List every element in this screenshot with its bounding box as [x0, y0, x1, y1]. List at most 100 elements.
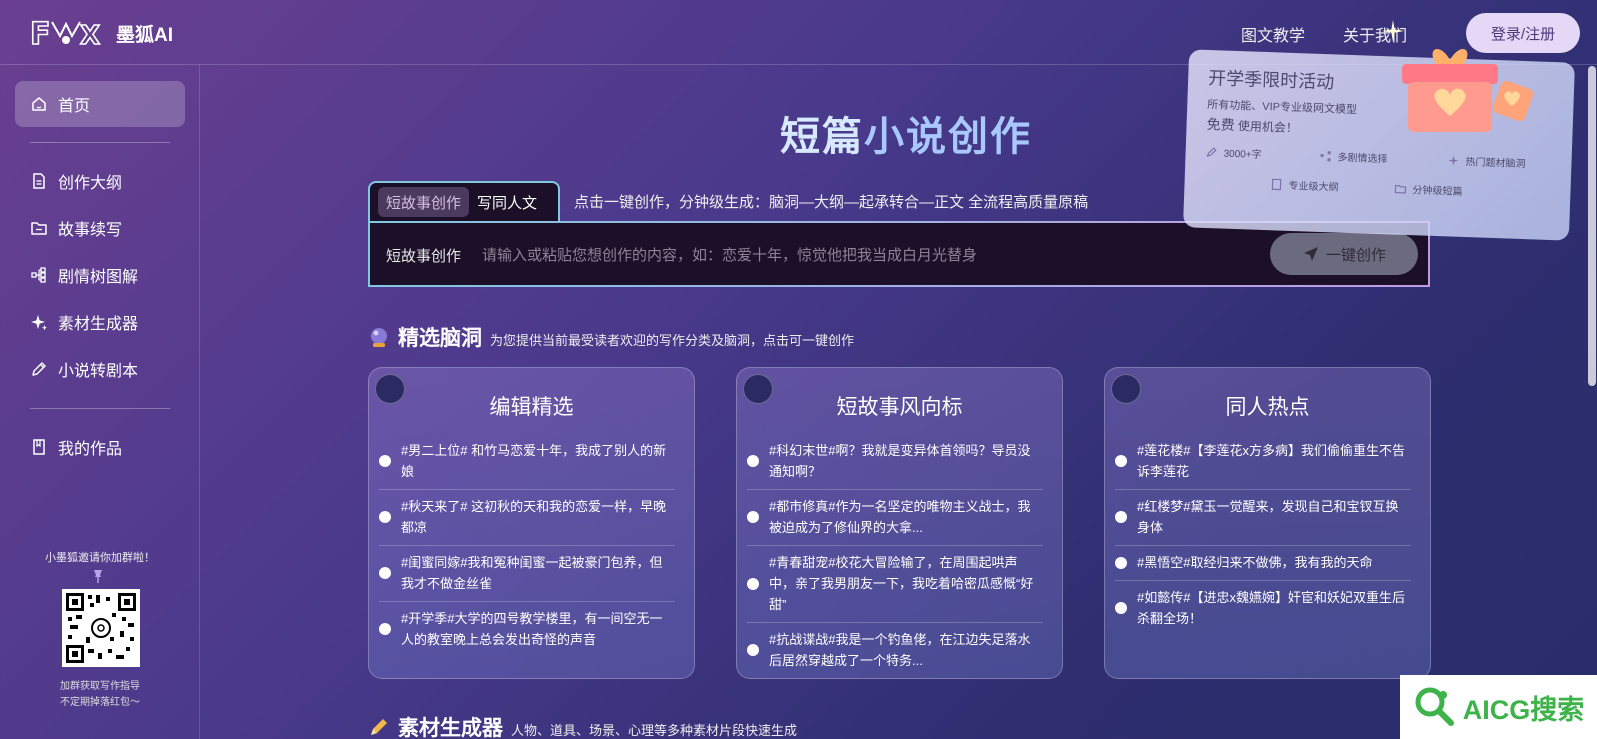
svg-text:X: X	[80, 21, 100, 50]
qr-invite-title: 小墨狐邀请你加群啦！	[45, 552, 155, 564]
sidebar-item-script[interactable]: 小说转剧本	[15, 346, 185, 392]
promo-feature-label: 分钟级短篇	[1412, 185, 1463, 198]
sidebar-item-my-works[interactable]: 我的作品	[15, 424, 185, 470]
promo-feature-label: 3000+字	[1223, 148, 1262, 161]
sidebar-item-home[interactable]: 首页	[15, 81, 185, 127]
list-item-text: #科幻末世#啊？我就是变异体首领吗？导员没通知啊？	[769, 443, 1031, 479]
sidebar-item-label: 故事续写	[58, 222, 123, 239]
creation-input-box: 短故事创作 一键创作	[368, 221, 1430, 287]
sidebar: 首页 创作大纲 故事续写 剧情树图解 素材生成器 小说转剧本 我的作品 小墨狐邀…	[0, 65, 200, 739]
sparkle-icon	[1382, 20, 1404, 42]
book-icon	[33, 439, 45, 455]
ideas-title: 精选脑洞	[398, 327, 482, 350]
list-item-text: #抗战谍战#我是一个钓鱼佬，在江边失足落水后居然穿越成了一个特务...	[769, 632, 1031, 668]
card-list: #科幻末世#啊？我就是变异体首领吗？导员没通知啊？ #都市修真#作为一名坚定的唯…	[747, 434, 1043, 678]
card-list: #男二上位# 和竹马恋爱十年，我成了别人的新娘 #秋天来了# 这初秋的天和我的恋…	[379, 434, 675, 657]
bullet-dot	[1115, 602, 1127, 614]
page-title: 短篇小说创作	[780, 104, 1032, 162]
list-item[interactable]: #黑悟空#取经归来不做佛，我有我的天命	[1115, 546, 1411, 581]
sidebar-item-material[interactable]: 素材生成器	[15, 299, 185, 345]
tab-description: 点击一键创作，分钟级生成：脑洞—大纲—起承转合—正文 全流程高质量原稿	[574, 194, 1089, 211]
list-item[interactable]: #开学季#大学的四号教学楼里，有一间空无一人的教室晚上总会发出奇怪的声音	[379, 602, 675, 657]
send-icon	[1303, 247, 1318, 261]
qr-code-icon	[66, 593, 136, 663]
scrollbar-thumb[interactable]	[1588, 66, 1596, 386]
promo-feature: 分钟级短篇	[1394, 181, 1463, 198]
bullet-dot	[747, 577, 759, 590]
logo-text[interactable]: 墨狐AI	[116, 20, 173, 47]
sidebar-item-plot-tree[interactable]: 剧情树图解	[15, 252, 185, 298]
sidebar-item-continue[interactable]: 故事续写	[15, 205, 185, 251]
bullet-dot	[379, 567, 391, 579]
list-item[interactable]: #闺蜜同嫁#我和冤种闺蜜一起被豪门包养，但我才不做金丝雀	[379, 546, 675, 602]
list-item[interactable]: #抗战谍战#我是一个钓鱼佬，在江边失足落水后居然穿越成了一个特务...	[747, 623, 1043, 678]
list-item-text: #闺蜜同嫁#我和冤种闺蜜一起被豪门包养，但我才不做金丝雀	[401, 555, 663, 591]
list-item[interactable]: #莲花楼#【李莲花x方多病】我们偷偷重生不告诉李莲花	[1115, 434, 1411, 490]
input-label: 短故事创作	[386, 248, 462, 265]
promo-feature-label: 热门题材脑洞	[1465, 157, 1526, 171]
ideas-subtitle: 为您提供当前最受读者欢迎的写作分类及脑洞，点击可一键创作	[490, 333, 855, 348]
create-button-label: 一键创作	[1325, 246, 1386, 264]
promo-feature: 专业级大纲	[1270, 176, 1339, 194]
creation-tabs: 短故事创作 写同人文	[368, 181, 560, 221]
promo-free-word: 免费	[1206, 115, 1235, 133]
promo-feature: 多剧情选择	[1319, 148, 1388, 166]
list-item[interactable]: #都市修真#作为一名坚定的唯物主义战士，我被迫成为了修仙界的大拿...	[747, 490, 1043, 546]
promo-feature: 热门题材脑洞	[1447, 152, 1526, 171]
pen-icon	[1206, 146, 1217, 157]
crystal-ball-icon	[371, 328, 387, 347]
sidebar-item-outline[interactable]: 创作大纲	[15, 158, 185, 204]
qr-caption-2: 不定期掉落红包～	[60, 697, 140, 708]
pencil-icon	[32, 362, 46, 376]
folder-icon	[31, 222, 47, 235]
sidebar-divider	[30, 408, 170, 409]
tree-icon	[31, 267, 46, 283]
list-item[interactable]: #男二上位# 和竹马恋爱十年，我成了别人的新娘	[379, 434, 675, 490]
document-icon	[33, 173, 45, 189]
list-item-text: #秋天来了# 这初秋的天和我的恋爱一样，早晚都凉	[401, 499, 667, 535]
document-icon	[1271, 178, 1282, 190]
sidebar-item-label: 剧情树图解	[58, 269, 139, 286]
sidebar-item-label: 首页	[58, 98, 91, 115]
pencil-icon	[371, 719, 387, 735]
promo-feature-label: 多剧情选择	[1337, 152, 1388, 166]
list-item[interactable]: #如懿传#【进忠x魏嬿婉】奸宦和妖妃双重生后杀翻全场！	[1115, 581, 1411, 636]
fox-logo-icon[interactable]: F X	[30, 14, 102, 50]
list-item[interactable]: #青春甜宠#校花大冒险输了，在周围起哄声中，亲了我男朋友一下，我吃着哈密瓜感慨“…	[747, 546, 1043, 623]
promo-free-text: 免费 使用机会！	[1206, 114, 1298, 137]
list-item-text: #青春甜宠#校花大冒险输了，在周围起哄声中，亲了我男朋友一下，我吃着哈密瓜感慨“…	[769, 555, 1034, 612]
list-item[interactable]: #红楼梦#黛玉一觉醒来，发现自己和宝钗互换身体	[1115, 490, 1411, 546]
sidebar-divider	[30, 142, 170, 143]
bullet-dot	[379, 455, 391, 467]
home-icon	[32, 97, 46, 111]
qr-caption-1: 加群获取写作指导	[60, 681, 140, 692]
search-magnifier-icon	[1415, 687, 1454, 726]
sparkle-icon	[31, 315, 47, 331]
list-item[interactable]: #秋天来了# 这初秋的天和我的恋爱一样，早晚都凉	[379, 490, 675, 546]
list-item-text: #红楼梦#黛玉一觉醒来，发现自己和宝钗互换身体	[1137, 499, 1399, 535]
bullet-dot	[1115, 556, 1127, 569]
pin-icon	[94, 570, 102, 583]
list-item[interactable]: #科幻末世#啊？我就是变异体首领吗？导员没通知啊？	[747, 434, 1043, 490]
nav-tutorial[interactable]: 图文教学	[1241, 22, 1305, 46]
bullet-dot	[379, 511, 391, 523]
promo-title: 开学季限时活动	[1207, 68, 1335, 93]
sparkle-icon	[1448, 155, 1459, 166]
card-title: 同人热点	[1225, 396, 1310, 419]
one-click-create-button[interactable]: 一键创作	[1270, 233, 1418, 275]
card-short-story-trends: 短故事风向标 #科幻末世#啊？我就是变异体首领吗？导员没通知啊？ #都市修真#作…	[736, 367, 1063, 679]
bullet-dot	[747, 511, 759, 523]
tab-short-story[interactable]: 短故事创作	[378, 187, 470, 217]
folder-icon	[1394, 184, 1407, 194]
story-prompt-input[interactable]	[482, 241, 1222, 269]
card-fanfic-hot: 同人热点 #莲花楼#【李莲花x方多病】我们偷偷重生不告诉李莲花 #红楼梦#黛玉一…	[1104, 367, 1431, 679]
aicg-watermark: AICG搜索	[1400, 675, 1597, 739]
gift-box-icon	[1402, 48, 1534, 132]
bullet-dot	[747, 644, 759, 656]
tab-fanfiction[interactable]: 写同人文	[469, 187, 545, 217]
title-part-2: 小说创作	[864, 115, 1032, 159]
material-subtitle: 人物、道具、场景、心理等多种素材片段快速生成	[511, 723, 798, 738]
card-title: 编辑精选	[489, 396, 574, 419]
material-section-header: 素材生成器 人物、道具、场景、心理等多种素材片段快速生成	[368, 712, 797, 739]
promo-free-rest: 使用机会！	[1237, 119, 1299, 136]
